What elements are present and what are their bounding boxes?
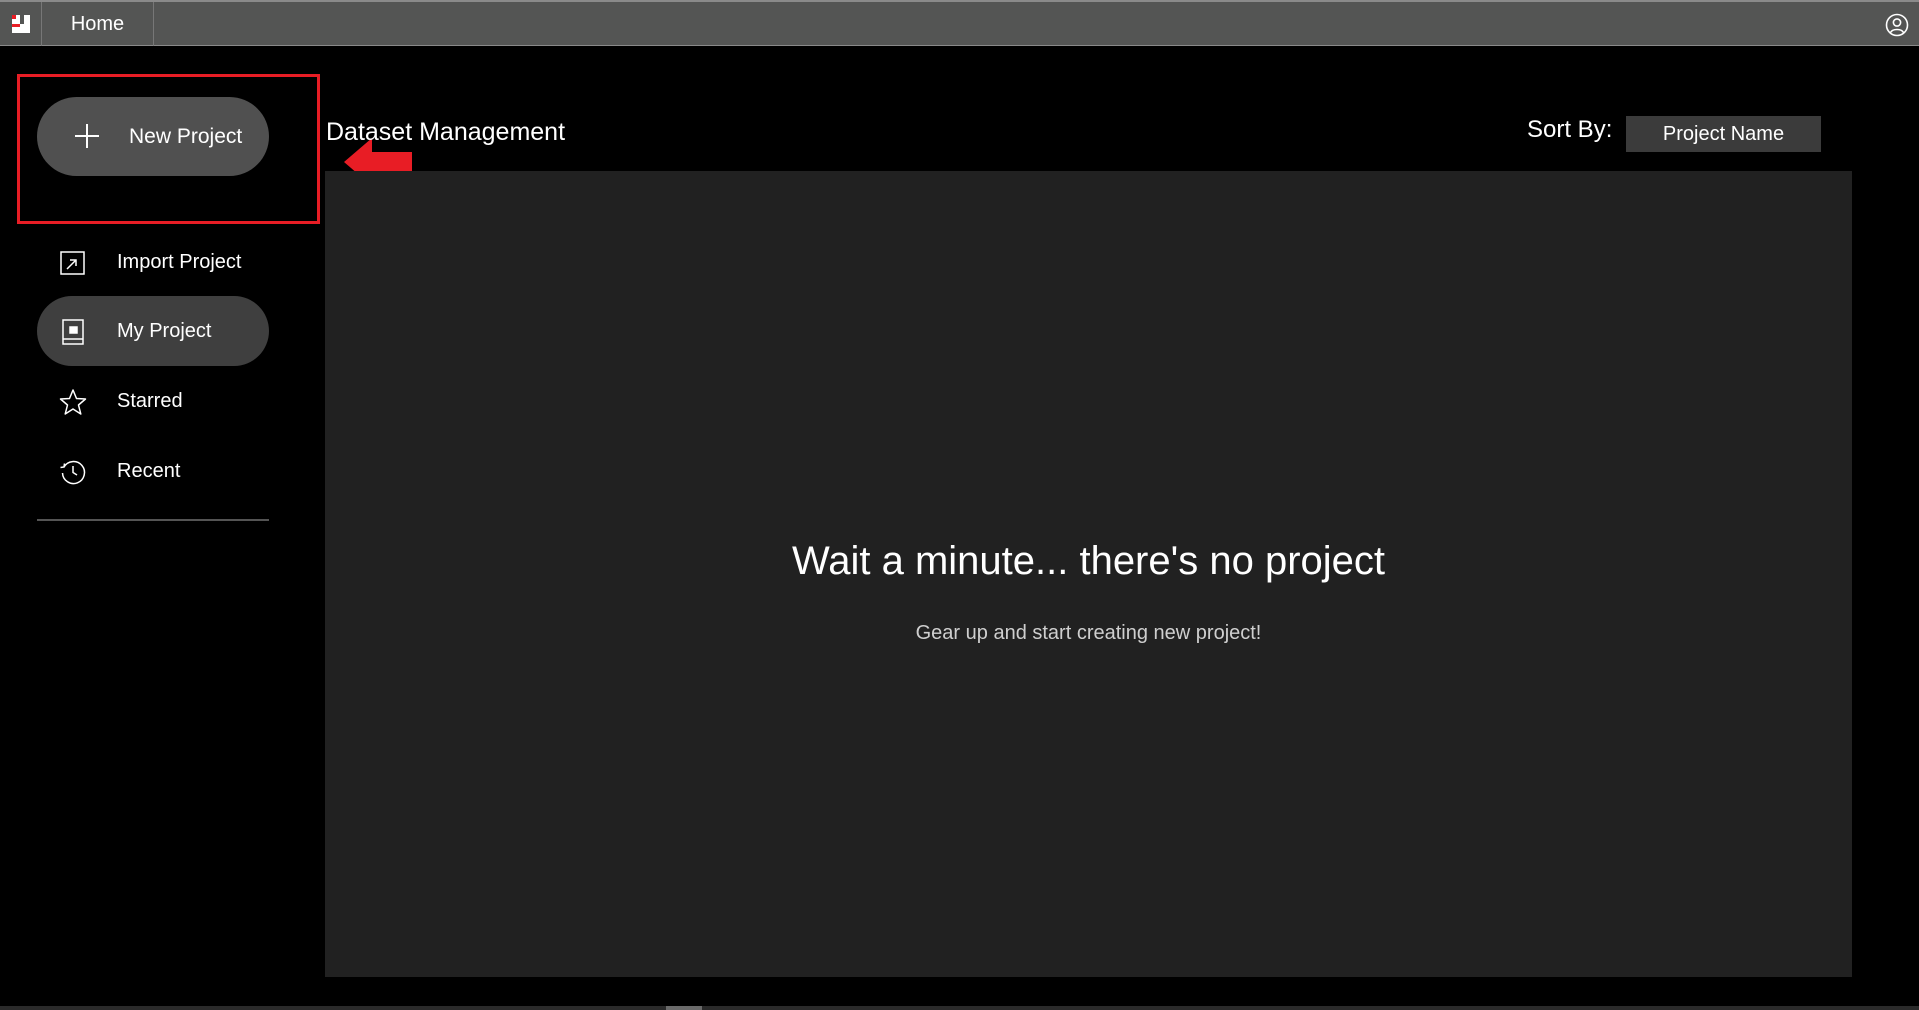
sidebar-item-label: Starred: [117, 390, 183, 412]
bottom-scrollbar: [0, 1006, 1919, 1010]
sidebar-item-import-project[interactable]: Import Project: [37, 227, 269, 297]
sort-by-select[interactable]: Project Name: [1626, 116, 1821, 152]
history-icon: [60, 460, 86, 485]
sort-by-label: Sort By:: [1527, 116, 1613, 143]
sidebar-item-starred[interactable]: Starred: [37, 366, 269, 436]
sidebar-item-recent[interactable]: Recent: [37, 436, 269, 506]
tab-home[interactable]: Home: [42, 2, 154, 46]
project-list-panel: Wait a minute... there's no project Gear…: [325, 171, 1852, 977]
sidebar-item-my-project[interactable]: My Project: [37, 296, 269, 366]
sidebar-item-label: Import Project: [117, 251, 242, 273]
empty-state-title: Wait a minute... there's no project: [791, 539, 1386, 583]
sidebar-item-label: My Project: [117, 320, 212, 342]
app-logo[interactable]: [0, 2, 42, 46]
sidebar-divider: [37, 519, 269, 521]
scrollbar-thumb[interactable]: [666, 1006, 702, 1010]
star-icon: [59, 389, 87, 415]
page-title: Dataset Management: [326, 118, 566, 146]
empty-state-subtitle: Gear up and start creating new project!: [915, 622, 1262, 644]
annotation-highlight-box: [17, 74, 320, 224]
app-logo-icon: [12, 15, 30, 33]
title-bar: Home: [0, 0, 1919, 46]
user-account-icon[interactable]: [1885, 13, 1909, 37]
sidebar-item-label: Recent: [117, 460, 181, 482]
project-icon: [62, 319, 84, 345]
import-icon: [60, 251, 85, 275]
